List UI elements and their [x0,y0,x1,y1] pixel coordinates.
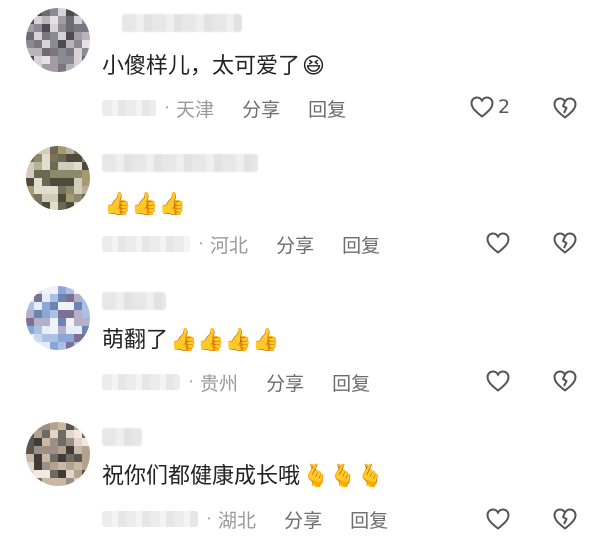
location-label: 贵州 [200,372,239,395]
avatar[interactable] [26,422,90,486]
username-blurred[interactable] [102,154,258,172]
reply-button[interactable]: 回复 [342,231,380,258]
avatar-blur [26,8,90,72]
comment-text: 萌翻了 👍👍👍👍 [102,326,280,356]
comment-meta: · 天津 分享 回复 [102,95,346,121]
comment-text: 👍👍👍 [102,190,186,220]
like-button[interactable] [486,508,510,530]
comment-meta: · 贵州 分享 回复 [102,369,370,395]
like-button[interactable] [486,232,510,254]
heart-outline-icon [470,96,494,118]
share-button[interactable]: 分享 [266,369,304,396]
avatar-blur [26,422,90,486]
reply-button[interactable]: 回复 [350,506,388,533]
share-button[interactable]: 分享 [276,231,314,258]
share-button[interactable]: 分享 [284,506,322,533]
thumbs-up-emoji-icon: 👍👍👍👍 [170,328,280,353]
timestamp-blurred [102,374,180,390]
username-blurred[interactable] [102,292,166,310]
timestamp-blurred [102,236,190,252]
comment-body: 小傻样儿，太可爱了 [102,54,301,79]
broken-heart-icon[interactable] [553,508,577,530]
avatar-blur [26,286,90,350]
broken-heart-icon[interactable] [553,97,577,119]
avatar[interactable] [26,8,90,72]
reply-button[interactable]: 回复 [332,369,370,396]
comment-body: 萌翻了 [102,328,169,353]
heart-outline-icon [486,508,510,530]
like-button[interactable]: 2 [470,96,510,118]
broken-heart-icon[interactable] [553,232,577,254]
comment-text: 小傻样儿，太可爱了 😆 [102,52,325,82]
broken-heart-icon[interactable] [553,370,577,392]
like-button[interactable] [486,370,510,392]
avatar[interactable] [26,146,90,210]
comment-meta: · 河北 分享 回复 [102,231,380,257]
comment-body: 祝你们都健康成长哦 [102,464,301,489]
location-label: 天津 [176,98,215,121]
like-count: 2 [498,96,511,118]
finger-heart-emoji-icon: 🫰🫰🫰 [302,464,385,489]
share-button[interactable]: 分享 [242,95,280,122]
avatar[interactable] [26,286,90,350]
comment-text: 祝你们都健康成长哦 🫰🫰🫰 [102,462,384,492]
username-blurred[interactable] [122,14,242,32]
thumbs-up-emoji-icon: 👍👍👍 [104,192,187,217]
location-label: 河北 [210,234,249,257]
heart-outline-icon [486,232,510,254]
location-label: 湖北 [218,509,257,532]
timestamp-blurred [102,511,198,527]
comment-meta: · 湖北 分享 回复 [102,506,388,532]
avatar-blur [26,146,90,210]
username-blurred[interactable] [102,428,142,446]
reply-button[interactable]: 回复 [308,95,346,122]
timestamp-blurred [102,100,156,116]
heart-outline-icon [486,370,510,392]
laughing-emoji-icon: 😆 [302,54,325,79]
